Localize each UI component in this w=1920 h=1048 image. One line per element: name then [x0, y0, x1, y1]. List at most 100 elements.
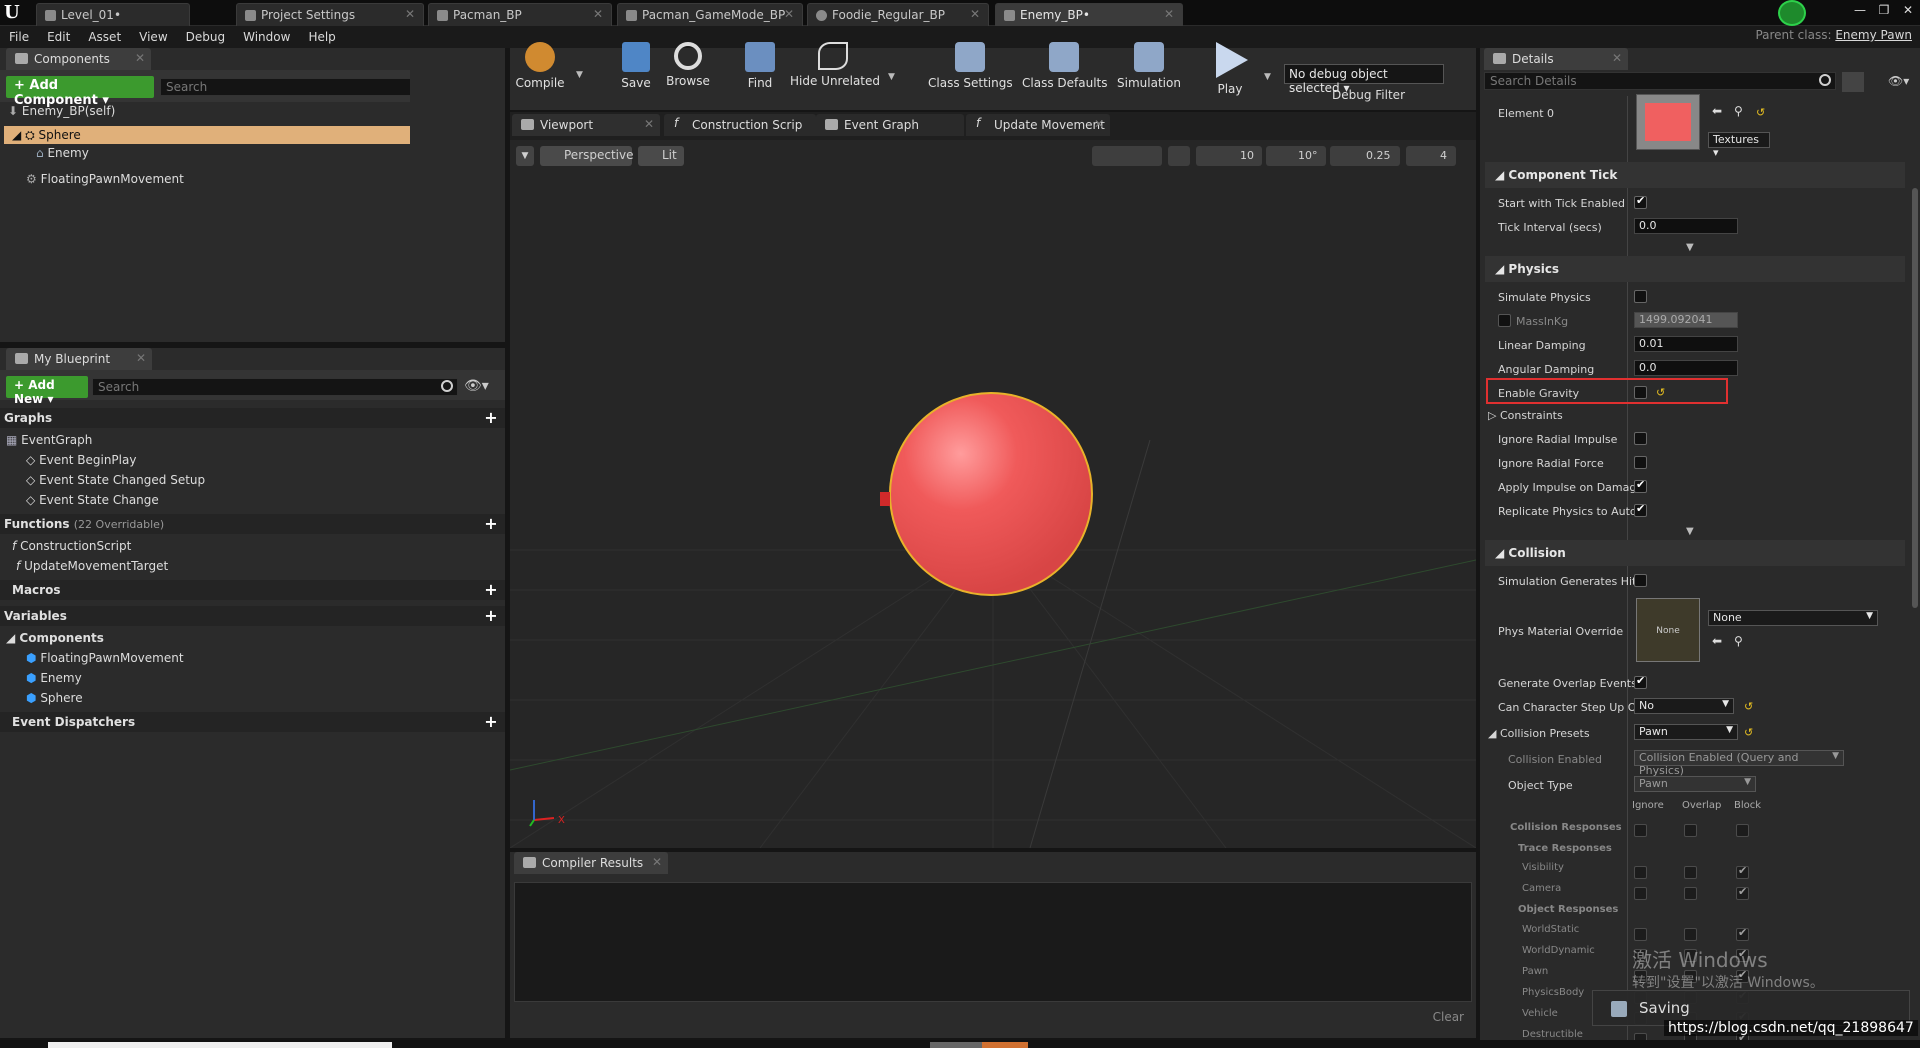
advanced-expand-icon[interactable]: ▼: [1686, 242, 1694, 253]
grid-snap[interactable]: 10: [1196, 146, 1262, 166]
menu-view[interactable]: View: [130, 26, 176, 48]
save-button[interactable]: Save: [614, 42, 658, 90]
menu-file[interactable]: File: [0, 26, 38, 48]
tab-construction-script[interactable]: f Construction Scrip: [664, 114, 816, 136]
replicate-physics-checkbox[interactable]: [1634, 502, 1647, 517]
event-row[interactable]: ◇ Event State Changed Setup: [26, 471, 205, 489]
use-selected-icon[interactable]: ⬅: [1712, 104, 1722, 118]
close-icon[interactable]: ✕: [135, 51, 145, 65]
self-row[interactable]: ⬇ Enemy_BP(self): [8, 102, 115, 120]
phys-material-thumbnail[interactable]: None: [1636, 598, 1700, 662]
collision-response-checkbox[interactable]: [1736, 824, 1749, 837]
maximize-icon[interactable]: ❐: [1872, 0, 1896, 20]
simulate-physics-checkbox[interactable]: [1634, 290, 1647, 303]
tab-pacman-gamemode-bp[interactable]: Pacman_GameMode_BP ✕: [617, 3, 803, 26]
collision-presets-dropdown[interactable]: Pawn ▼: [1634, 724, 1738, 740]
close-icon[interactable]: ✕: [970, 7, 980, 21]
linear-damping-input[interactable]: 0.01: [1634, 336, 1738, 352]
property-matrix-icon[interactable]: [1842, 72, 1864, 92]
tab-update-movement[interactable]: f Update Movement ✕: [966, 114, 1110, 136]
variable-row[interactable]: ⬢ FloatingPawnMovement: [26, 649, 184, 667]
hide-unrelated-button[interactable]: Hide Unrelated: [790, 42, 880, 90]
visibility-eye-icon[interactable]: 👁▾: [464, 378, 489, 394]
details-search-input[interactable]: Search Details: [1484, 72, 1836, 90]
can-step-dropdown[interactable]: No ▼: [1634, 698, 1734, 714]
compile-button[interactable]: Compile: [510, 42, 570, 90]
tab-event-graph[interactable]: Event Graph: [816, 114, 964, 136]
variables-section[interactable]: Variables +: [0, 606, 505, 626]
collision-response-checkbox[interactable]: [1634, 887, 1647, 900]
apply-impulse-checkbox[interactable]: [1634, 478, 1647, 493]
physics-section[interactable]: ◢ Physics: [1485, 256, 1905, 282]
clear-button[interactable]: Clear: [1433, 1010, 1464, 1024]
macros-section[interactable]: Macros +: [0, 580, 505, 600]
tab-project-settings[interactable]: Project Settings ✕: [236, 3, 424, 26]
collision-section[interactable]: ◢ Collision: [1485, 540, 1905, 566]
close-icon[interactable]: ✕: [1094, 117, 1104, 131]
component-row-floatingpawnmovement[interactable]: ⚙ FloatingPawnMovement: [26, 170, 184, 188]
tab-foodie-regular-bp[interactable]: Foodie_Regular_BP ✕: [807, 3, 989, 26]
perspective-button[interactable]: Perspective: [540, 146, 634, 166]
collision-response-checkbox[interactable]: [1684, 824, 1697, 837]
play-options-arrow-icon[interactable]: ▼: [1264, 72, 1271, 82]
tab-pacman-bp[interactable]: Pacman_BP ✕: [428, 3, 612, 26]
menu-help[interactable]: Help: [299, 26, 344, 48]
class-settings-button[interactable]: Class Settings: [928, 42, 1013, 90]
enemy-mesh[interactable]: [880, 492, 890, 506]
gen-overlap-checkbox[interactable]: [1634, 674, 1647, 689]
tab-compiler-results[interactable]: Compiler Results ✕: [514, 852, 668, 874]
parent-class-link[interactable]: Enemy Pawn: [1835, 28, 1912, 42]
viewport-options-button[interactable]: ▼: [516, 146, 534, 166]
tab-level-01[interactable]: Level_01•: [36, 3, 190, 26]
event-row[interactable]: ◇ Event State Change: [26, 491, 159, 509]
unreal-logo-icon[interactable]: U: [4, 2, 24, 24]
collision-response-checkbox[interactable]: [1684, 928, 1697, 941]
collision-response-checkbox[interactable]: [1736, 885, 1749, 900]
close-icon[interactable]: ✕: [1612, 51, 1622, 65]
component-tick-section[interactable]: ◢ Component Tick: [1485, 162, 1905, 188]
start-tick-checkbox[interactable]: [1634, 194, 1647, 209]
hide-unrelated-arrow-icon[interactable]: ▼: [888, 72, 895, 82]
tab-components[interactable]: Components ✕: [6, 48, 151, 70]
collision-response-checkbox[interactable]: [1684, 866, 1697, 879]
add-component-button[interactable]: + Add Component ▾: [6, 76, 154, 108]
functions-section[interactable]: Functions (22 Overridable) +: [0, 514, 505, 534]
menu-debug[interactable]: Debug: [177, 26, 234, 48]
expand-arrow-icon[interactable]: ◢: [12, 128, 21, 142]
menu-window[interactable]: Window: [234, 26, 299, 48]
browse-asset-icon[interactable]: ⚲: [1734, 634, 1743, 648]
variable-row[interactable]: ⬢ Enemy: [26, 669, 82, 687]
event-dispatchers-section[interactable]: Event Dispatchers +: [0, 712, 505, 732]
collision-response-checkbox[interactable]: [1736, 926, 1749, 941]
tab-enemy-bp[interactable]: Enemy_BP• ✕: [995, 3, 1183, 26]
debug-object-select[interactable]: No debug object selected ▾: [1284, 64, 1444, 95]
compile-options-arrow-icon[interactable]: ▼: [576, 70, 583, 80]
close-icon[interactable]: ✕: [136, 351, 146, 365]
close-icon[interactable]: ✕: [405, 7, 415, 21]
transform-tools[interactable]: [1092, 146, 1162, 166]
class-defaults-button[interactable]: Class Defaults: [1022, 42, 1107, 90]
visibility-eye-icon[interactable]: 👁▾: [1888, 74, 1909, 88]
collision-response-checkbox[interactable]: [1634, 824, 1647, 837]
tab-details[interactable]: Details ✕: [1484, 48, 1628, 70]
close-icon[interactable]: ✕: [784, 7, 794, 21]
reset-to-default-icon[interactable]: ↺: [1744, 726, 1753, 739]
phys-material-dropdown[interactable]: None ▼: [1708, 610, 1878, 626]
collision-response-checkbox[interactable]: [1736, 864, 1749, 879]
graph-row-eventgraph[interactable]: ▦ EventGraph: [6, 431, 92, 449]
add-macro-icon[interactable]: +: [483, 582, 499, 598]
lit-mode-button[interactable]: Lit: [638, 146, 684, 166]
rotation-snap[interactable]: 10°: [1266, 146, 1326, 166]
collision-response-checkbox[interactable]: [1684, 887, 1697, 900]
graphs-section[interactable]: Graphs +: [0, 408, 505, 428]
blueprint-search-input[interactable]: Search: [92, 378, 458, 396]
material-thumbnail[interactable]: [1636, 94, 1700, 150]
add-variable-icon[interactable]: +: [483, 608, 499, 624]
expand-arrow-icon[interactable]: ◢: [6, 631, 15, 645]
function-row[interactable]: f UpdateMovementTarget: [16, 557, 168, 575]
tab-viewport[interactable]: Viewport ✕: [512, 114, 660, 136]
variables-components-group[interactable]: ◢ Components: [6, 629, 104, 647]
browse-button[interactable]: Browse: [664, 42, 712, 90]
close-icon[interactable]: ✕: [593, 7, 603, 21]
angular-damping-input[interactable]: 0.0: [1634, 360, 1738, 376]
